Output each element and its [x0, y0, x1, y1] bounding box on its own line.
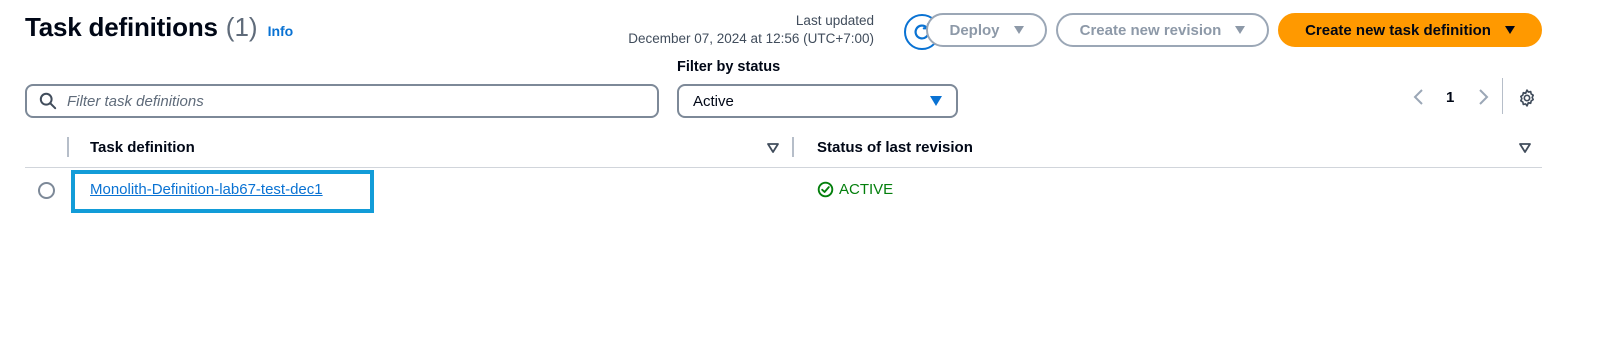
last-updated: Last updated December 07, 2024 at 12:56 …: [628, 12, 874, 48]
info-link[interactable]: Info: [268, 23, 294, 39]
create-new-task-definition-button[interactable]: Create new task definition: [1278, 13, 1542, 47]
last-updated-label: Last updated: [795, 13, 874, 28]
deploy-button[interactable]: Deploy: [926, 13, 1047, 47]
table-row: Monolith-Definition-lab67-test-dec1 ACTI…: [25, 168, 1542, 213]
search-box[interactable]: [25, 84, 659, 118]
column-header-status[interactable]: Status of last revision: [817, 139, 973, 156]
status-filter-select[interactable]: Active: [677, 84, 958, 118]
create-new-revision-button[interactable]: Create new revision: [1056, 13, 1269, 47]
search-input[interactable]: [67, 92, 627, 110]
row-select-radio[interactable]: [38, 182, 55, 199]
create-new-revision-label: Create new revision: [1079, 21, 1222, 39]
task-definition-link[interactable]: Monolith-Definition-lab67-test-dec1: [90, 181, 323, 198]
sort-icon[interactable]: [767, 142, 779, 154]
sort-icon[interactable]: [1519, 142, 1531, 154]
chevron-left-icon: [1413, 89, 1423, 105]
caret-down-icon: [1013, 26, 1024, 34]
page-header: Task definitions (1) Info: [25, 12, 293, 43]
previous-page-button[interactable]: [1412, 85, 1426, 109]
caret-down-icon: [1504, 26, 1515, 34]
chevron-right-icon: [1479, 89, 1489, 105]
page-number[interactable]: 1: [1446, 85, 1454, 109]
last-updated-value: December 07, 2024 at 12:56 (UTC+7:00): [628, 31, 874, 46]
page-title: Task definitions: [25, 12, 218, 42]
status-indicator: ACTIVE: [817, 181, 893, 198]
next-page-button[interactable]: [1476, 85, 1490, 109]
caret-down-icon: [1235, 26, 1246, 34]
search-icon: [39, 92, 57, 110]
filter-by-status-label: Filter by status: [677, 59, 781, 75]
column-divider[interactable]: [792, 137, 794, 157]
task-definition-count: (1): [225, 12, 258, 42]
caret-down-icon: [930, 96, 942, 106]
check-circle-icon: [817, 181, 834, 198]
column-divider: [67, 137, 69, 157]
deploy-button-label: Deploy: [949, 21, 1000, 39]
settings-button[interactable]: [1514, 85, 1540, 111]
create-new-task-definition-label: Create new task definition: [1305, 21, 1491, 39]
gear-icon: [1520, 89, 1534, 107]
status-filter-value: Active: [693, 92, 734, 110]
status-text: ACTIVE: [839, 181, 894, 198]
pagination-divider: [1502, 78, 1503, 114]
column-header-task-definition[interactable]: Task definition: [90, 139, 195, 156]
table-header: Task definition Status of last revision: [25, 135, 1542, 168]
